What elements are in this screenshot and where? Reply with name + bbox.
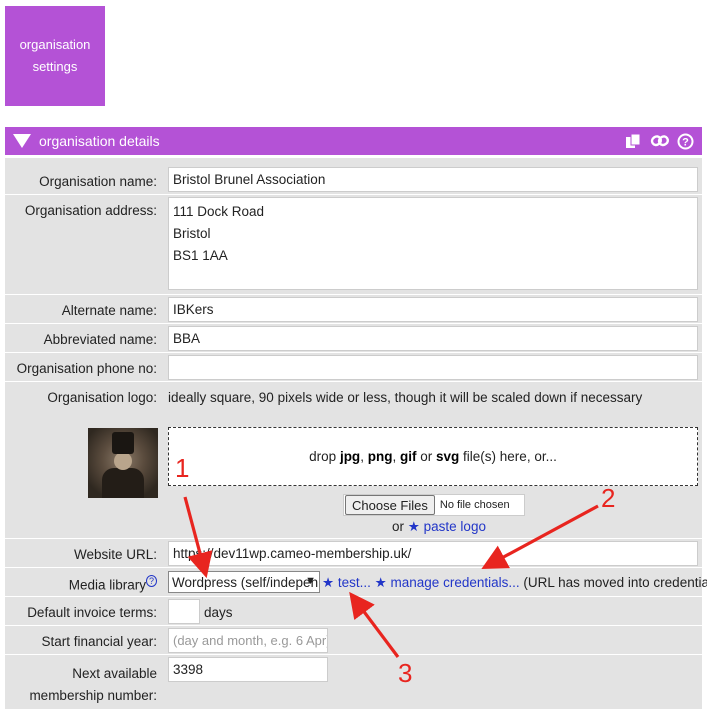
annotation-arrow-3: [349, 591, 400, 658]
annotation-overlay: [183, 496, 599, 658]
annotation-number-3: 3: [398, 658, 413, 688]
annotation-number-2: 2: [601, 483, 616, 513]
annotation-arrow-2: [481, 504, 599, 570]
annotation-arrow-1: [183, 496, 213, 579]
annotation-number-1: 1: [175, 453, 190, 483]
